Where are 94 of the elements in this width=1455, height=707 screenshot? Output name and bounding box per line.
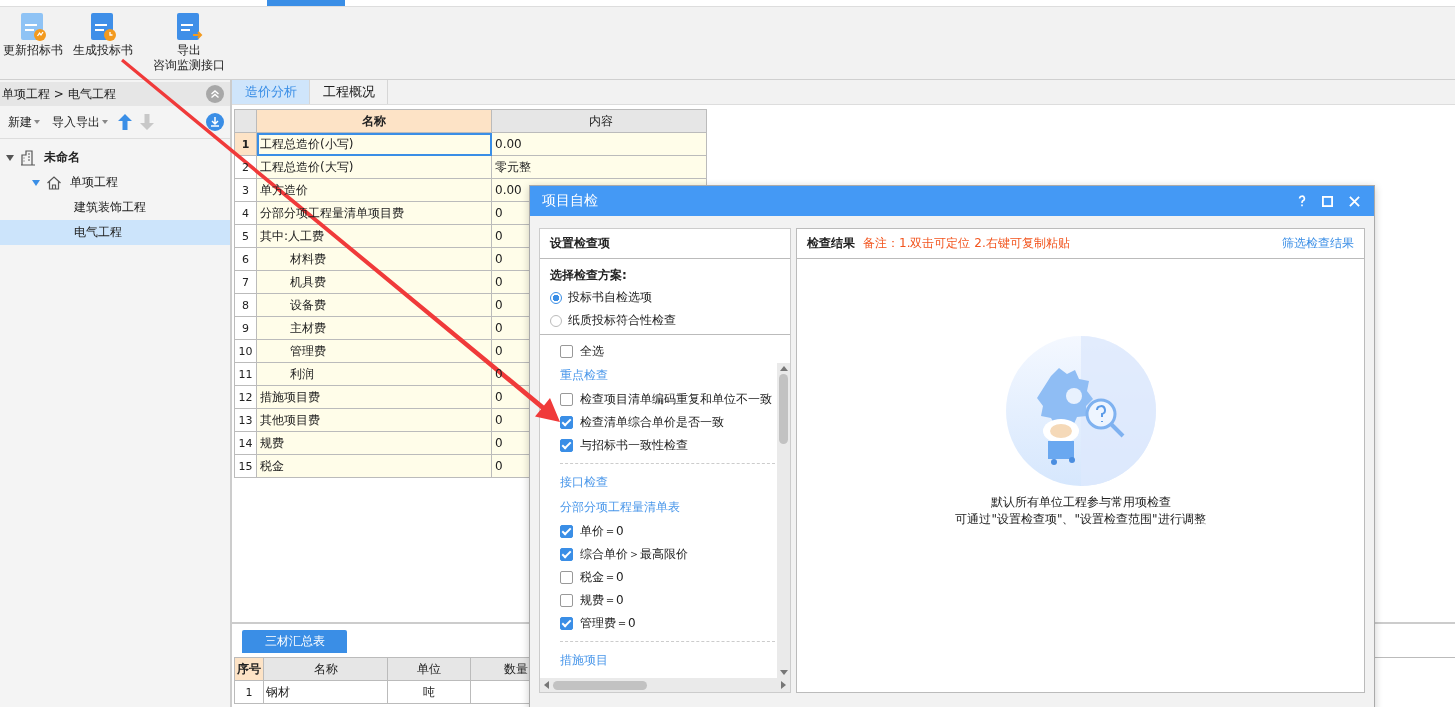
row-number: 6 bbox=[235, 248, 257, 271]
breadcrumb: 单项工程 > 电气工程 bbox=[2, 85, 116, 103]
caret-icon[interactable] bbox=[34, 120, 40, 124]
table-cell: 0.00 bbox=[492, 133, 707, 156]
horizontal-scrollbar[interactable] bbox=[540, 678, 790, 692]
table-cell: 其中:人工费 bbox=[257, 225, 492, 248]
close-icon[interactable] bbox=[1349, 195, 1360, 207]
building-icon bbox=[20, 149, 36, 166]
table-cell: 税金 bbox=[257, 455, 492, 478]
checkbox[interactable] bbox=[560, 393, 573, 406]
table-cell: 材料费 bbox=[257, 248, 492, 271]
section-heading: 重点检查 bbox=[560, 367, 609, 384]
checkbox[interactable] bbox=[560, 525, 573, 538]
checkbox[interactable] bbox=[560, 594, 573, 607]
row-number: 15 bbox=[235, 455, 257, 478]
table-cell: 管理费 bbox=[257, 340, 492, 363]
scroll-thumb[interactable] bbox=[779, 374, 788, 444]
row-number: 3 bbox=[235, 179, 257, 202]
help-icon[interactable] bbox=[1298, 195, 1306, 207]
scroll-left-icon[interactable] bbox=[544, 681, 549, 689]
table-cell: 零元整 bbox=[492, 156, 707, 179]
checkbox[interactable] bbox=[560, 571, 573, 584]
radio-button[interactable] bbox=[550, 291, 562, 304]
table-cell: 机具费 bbox=[257, 271, 492, 294]
collapse-icon[interactable] bbox=[206, 85, 224, 103]
checkbox-label[interactable]: 全选 bbox=[580, 343, 604, 360]
scroll-thumb[interactable] bbox=[553, 680, 647, 690]
scroll-right-icon[interactable] bbox=[781, 681, 786, 689]
table-cell: 工程总造价(小写) bbox=[257, 133, 492, 156]
empty-message: 默认所有单位工程参与常用项检查 bbox=[990, 494, 1171, 511]
scroll-down-icon[interactable] bbox=[779, 670, 788, 675]
row-number: 9 bbox=[235, 317, 257, 340]
table-cell: 吨 bbox=[388, 681, 471, 704]
row-number: 1 bbox=[235, 681, 264, 704]
checkbox[interactable] bbox=[560, 439, 573, 452]
caret-icon[interactable] bbox=[32, 179, 40, 186]
table-cell: 利润 bbox=[257, 363, 492, 386]
table-cell: 规费 bbox=[257, 432, 492, 455]
checkbox-label[interactable]: 单价＝0 bbox=[580, 523, 624, 540]
table-cell: 工程总造价(大写) bbox=[257, 156, 492, 179]
table-cell: 钢材 bbox=[264, 681, 388, 704]
row-number: 8 bbox=[235, 294, 257, 317]
checkbox[interactable] bbox=[560, 416, 573, 429]
row-number: 5 bbox=[235, 225, 257, 248]
vertical-scrollbar[interactable] bbox=[777, 363, 790, 678]
section-heading: 措施项目 bbox=[560, 652, 609, 669]
table-cell: 设备费 bbox=[257, 294, 492, 317]
column-header[interactable]: 名称 bbox=[264, 658, 388, 681]
row-number: 12 bbox=[235, 386, 257, 409]
table-cell: 其他项目费 bbox=[257, 409, 492, 432]
ribbon-button[interactable]: 更新招标书 bbox=[0, 11, 66, 58]
table-cell: 措施项目费 bbox=[257, 386, 492, 409]
column-header[interactable]: 单位 bbox=[388, 658, 471, 681]
column-header[interactable]: 序号 bbox=[235, 658, 264, 681]
dropdown-button[interactable]: 导入导出 bbox=[50, 111, 110, 133]
row-number: 10 bbox=[235, 340, 257, 363]
caret-icon[interactable] bbox=[6, 154, 14, 161]
radio-button[interactable] bbox=[550, 314, 562, 327]
table-cell: 主材费 bbox=[257, 317, 492, 340]
checkbox[interactable] bbox=[560, 345, 573, 358]
tree-item[interactable]: 未命名 bbox=[0, 145, 230, 170]
note-text: 备注：1.双击可定位 2.右键可复制粘贴 bbox=[863, 235, 1070, 252]
checkbox-label[interactable]: 综合单价＞最高限价 bbox=[580, 546, 688, 563]
scroll-up-icon[interactable] bbox=[779, 366, 788, 371]
maximize-icon[interactable] bbox=[1322, 195, 1333, 207]
row-number: 11 bbox=[235, 363, 257, 386]
checkbox-label[interactable]: 税金＝0 bbox=[580, 569, 624, 586]
column-header[interactable]: 名称 bbox=[257, 110, 492, 133]
row-number: 7 bbox=[235, 271, 257, 294]
panel-title: 检查结果 bbox=[807, 235, 855, 252]
row-number: 14 bbox=[235, 432, 257, 455]
house-icon bbox=[46, 174, 62, 191]
section-heading: 分部分项工程量清单表 bbox=[560, 499, 681, 516]
checkbox[interactable] bbox=[560, 617, 573, 630]
column-header[interactable]: 内容 bbox=[492, 110, 707, 133]
checkbox-label[interactable]: 与招标书一致性检查 bbox=[580, 437, 688, 454]
row-number: 1 bbox=[235, 133, 257, 156]
dropdown-button[interactable]: 新建 bbox=[6, 111, 42, 133]
checkbox-label[interactable]: 规费＝0 bbox=[580, 592, 624, 609]
checkbox-label[interactable]: 管理费＝0 bbox=[580, 615, 636, 632]
checkbox[interactable] bbox=[560, 548, 573, 561]
filter-link[interactable]: 筛选检查结果 bbox=[1282, 235, 1354, 252]
row-number: 4 bbox=[235, 202, 257, 225]
tree-item[interactable]: 电气工程 bbox=[0, 220, 230, 245]
tab[interactable]: 工程概况 bbox=[310, 80, 388, 104]
caret-icon[interactable] bbox=[102, 120, 108, 124]
arrow-up-icon[interactable] bbox=[118, 114, 132, 130]
ribbon-button[interactable]: 生成投标书 bbox=[70, 11, 136, 58]
tree-item[interactable]: 单项工程 bbox=[0, 170, 230, 195]
ribbon-button[interactable]: 导出 咨询监测接口 bbox=[150, 11, 228, 73]
tree-item[interactable]: 建筑装饰工程 bbox=[0, 195, 230, 220]
download-icon[interactable] bbox=[206, 113, 224, 131]
row-number: 13 bbox=[235, 409, 257, 432]
empty-message: 可通过"设置检查项"、"设置检查范围"进行调整 bbox=[955, 511, 1206, 528]
